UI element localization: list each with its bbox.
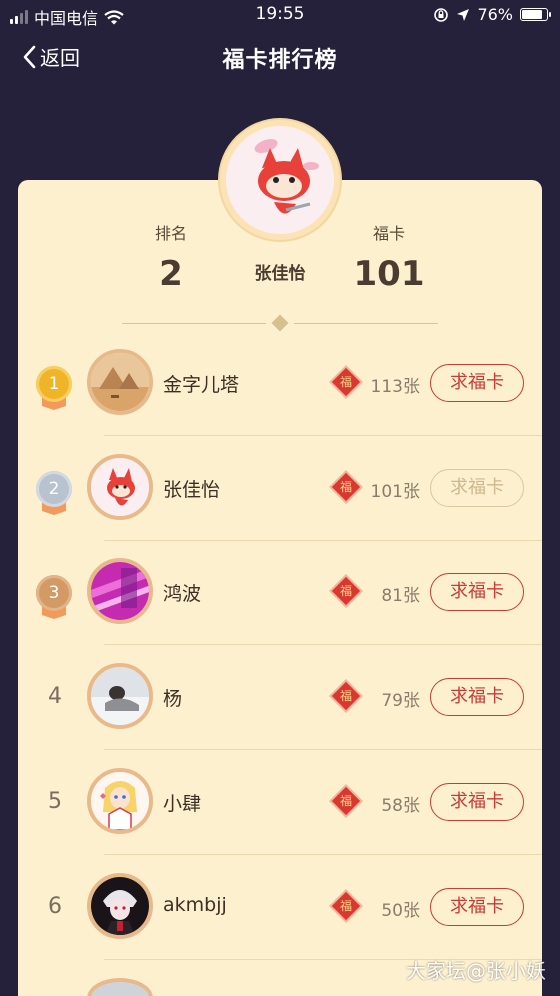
ask-fu-card-button[interactable]: 求福卡 xyxy=(430,678,524,716)
fu-card-icon-label: 福 xyxy=(339,584,352,598)
my-rank-label: 排名 xyxy=(154,224,187,243)
row-card-count: 50张 xyxy=(381,901,420,921)
avatar[interactable] xyxy=(87,768,153,834)
ask-fu-card-button[interactable]: 求福卡 xyxy=(430,573,524,611)
row-username: 鸿波 xyxy=(163,583,202,605)
leaderboard-row: 4 杨 福 79张 求福卡 xyxy=(18,646,542,750)
pyramid-avatar-image xyxy=(91,353,149,411)
row-card-count: 79张 xyxy=(381,691,420,711)
avatar[interactable] xyxy=(87,663,153,729)
row-divider xyxy=(104,644,542,645)
my-cards-label: 福卡 xyxy=(372,224,405,243)
my-avatar[interactable] xyxy=(220,120,340,240)
ask-fu-card-button[interactable]: 求福卡 xyxy=(430,888,524,926)
row-rank: 3 xyxy=(36,575,72,611)
orientation-lock-icon xyxy=(434,7,449,22)
battery-level xyxy=(522,10,542,19)
nav-bar: 返回 福卡排行榜 xyxy=(0,30,560,84)
row-rank: 5 xyxy=(48,789,62,814)
row-card-count: 101张 xyxy=(370,482,420,502)
silver-medal-icon: 2 xyxy=(36,471,72,517)
fu-card-icon-label: 福 xyxy=(339,480,352,494)
sleeping-person-avatar-image xyxy=(91,667,149,725)
row-divider xyxy=(104,435,542,436)
row-card-count: 113张 xyxy=(370,377,420,397)
row-card-count: 81张 xyxy=(381,586,420,606)
row-divider xyxy=(104,854,542,855)
avatar[interactable] xyxy=(87,349,153,415)
row-username: akmbjj xyxy=(163,894,227,916)
bronze-medal-icon: 3 xyxy=(36,575,72,621)
red-fox-avatar-image xyxy=(226,126,334,234)
leaderboard-row: 5 小肆 福 58张 求福卡 xyxy=(18,751,542,855)
battery-icon xyxy=(520,8,551,21)
row-divider xyxy=(104,749,542,750)
fu-card-icon-label: 福 xyxy=(339,899,352,913)
battery-percent: 76% xyxy=(477,5,513,24)
divider-right xyxy=(294,323,438,324)
fu-card-icon: 福 xyxy=(331,891,361,921)
leaderboard-row: 1 金字儿塔 福 113张 求福卡 xyxy=(18,332,542,436)
row-card-count: 58张 xyxy=(381,796,420,816)
ask-fu-card-button[interactable]: 求福卡 xyxy=(430,783,524,821)
row-rank: 1 xyxy=(36,366,72,402)
avatar[interactable] xyxy=(87,873,153,939)
row-rank: 4 xyxy=(48,684,62,709)
fu-card-icon: 福 xyxy=(331,576,361,606)
row-username: 张佳怡 xyxy=(163,479,221,501)
row-username: 杨 xyxy=(163,688,183,710)
fu-card-icon: 福 xyxy=(331,367,361,397)
ask-fu-card-button-disabled[interactable]: 求福卡 xyxy=(430,469,524,507)
status-bar: 中国电信 19:55 76% xyxy=(0,0,560,30)
location-icon xyxy=(457,8,470,21)
my-cards-value: 101 xyxy=(353,254,425,294)
leaderboard-row: 6 akmbjj 福 50张 求福卡 xyxy=(18,856,542,960)
row-username: 金字儿塔 xyxy=(163,374,240,396)
row-username: 小肆 xyxy=(163,793,202,815)
avatar[interactable] xyxy=(87,558,153,624)
red-fox-avatar-image xyxy=(91,458,149,516)
fu-card-icon-label: 福 xyxy=(339,794,352,808)
ask-fu-card-button[interactable]: 求福卡 xyxy=(430,364,524,402)
pink-abstract-avatar-image xyxy=(91,562,149,620)
page-title: 福卡排行榜 xyxy=(222,48,338,73)
anime-boy-avatar-image xyxy=(91,877,149,935)
status-right: 76% xyxy=(433,5,551,24)
leaderboard-row: 2 张佳怡 福 101张 求福卡 xyxy=(18,437,542,541)
avatar[interactable] xyxy=(87,454,153,520)
leaderboard-row: 3 鸿波 福 81张 求福卡 xyxy=(18,541,542,645)
fu-card-icon-label: 福 xyxy=(339,689,352,703)
fu-card-icon: 福 xyxy=(331,786,361,816)
fu-card-icon: 福 xyxy=(331,681,361,711)
watermark: 大家坛@张小妖 xyxy=(406,959,546,983)
row-rank: 6 xyxy=(48,894,62,919)
gold-medal-icon: 1 xyxy=(36,366,72,412)
divider-left xyxy=(122,323,266,324)
anime-girl-avatar-image xyxy=(91,772,149,830)
fu-card-icon-label: 福 xyxy=(339,375,352,389)
fu-card-icon: 福 xyxy=(331,472,361,502)
row-rank: 2 xyxy=(36,471,72,507)
my-cards-stat: 福卡 101 xyxy=(348,220,430,294)
my-name: 张佳怡 xyxy=(254,264,306,284)
